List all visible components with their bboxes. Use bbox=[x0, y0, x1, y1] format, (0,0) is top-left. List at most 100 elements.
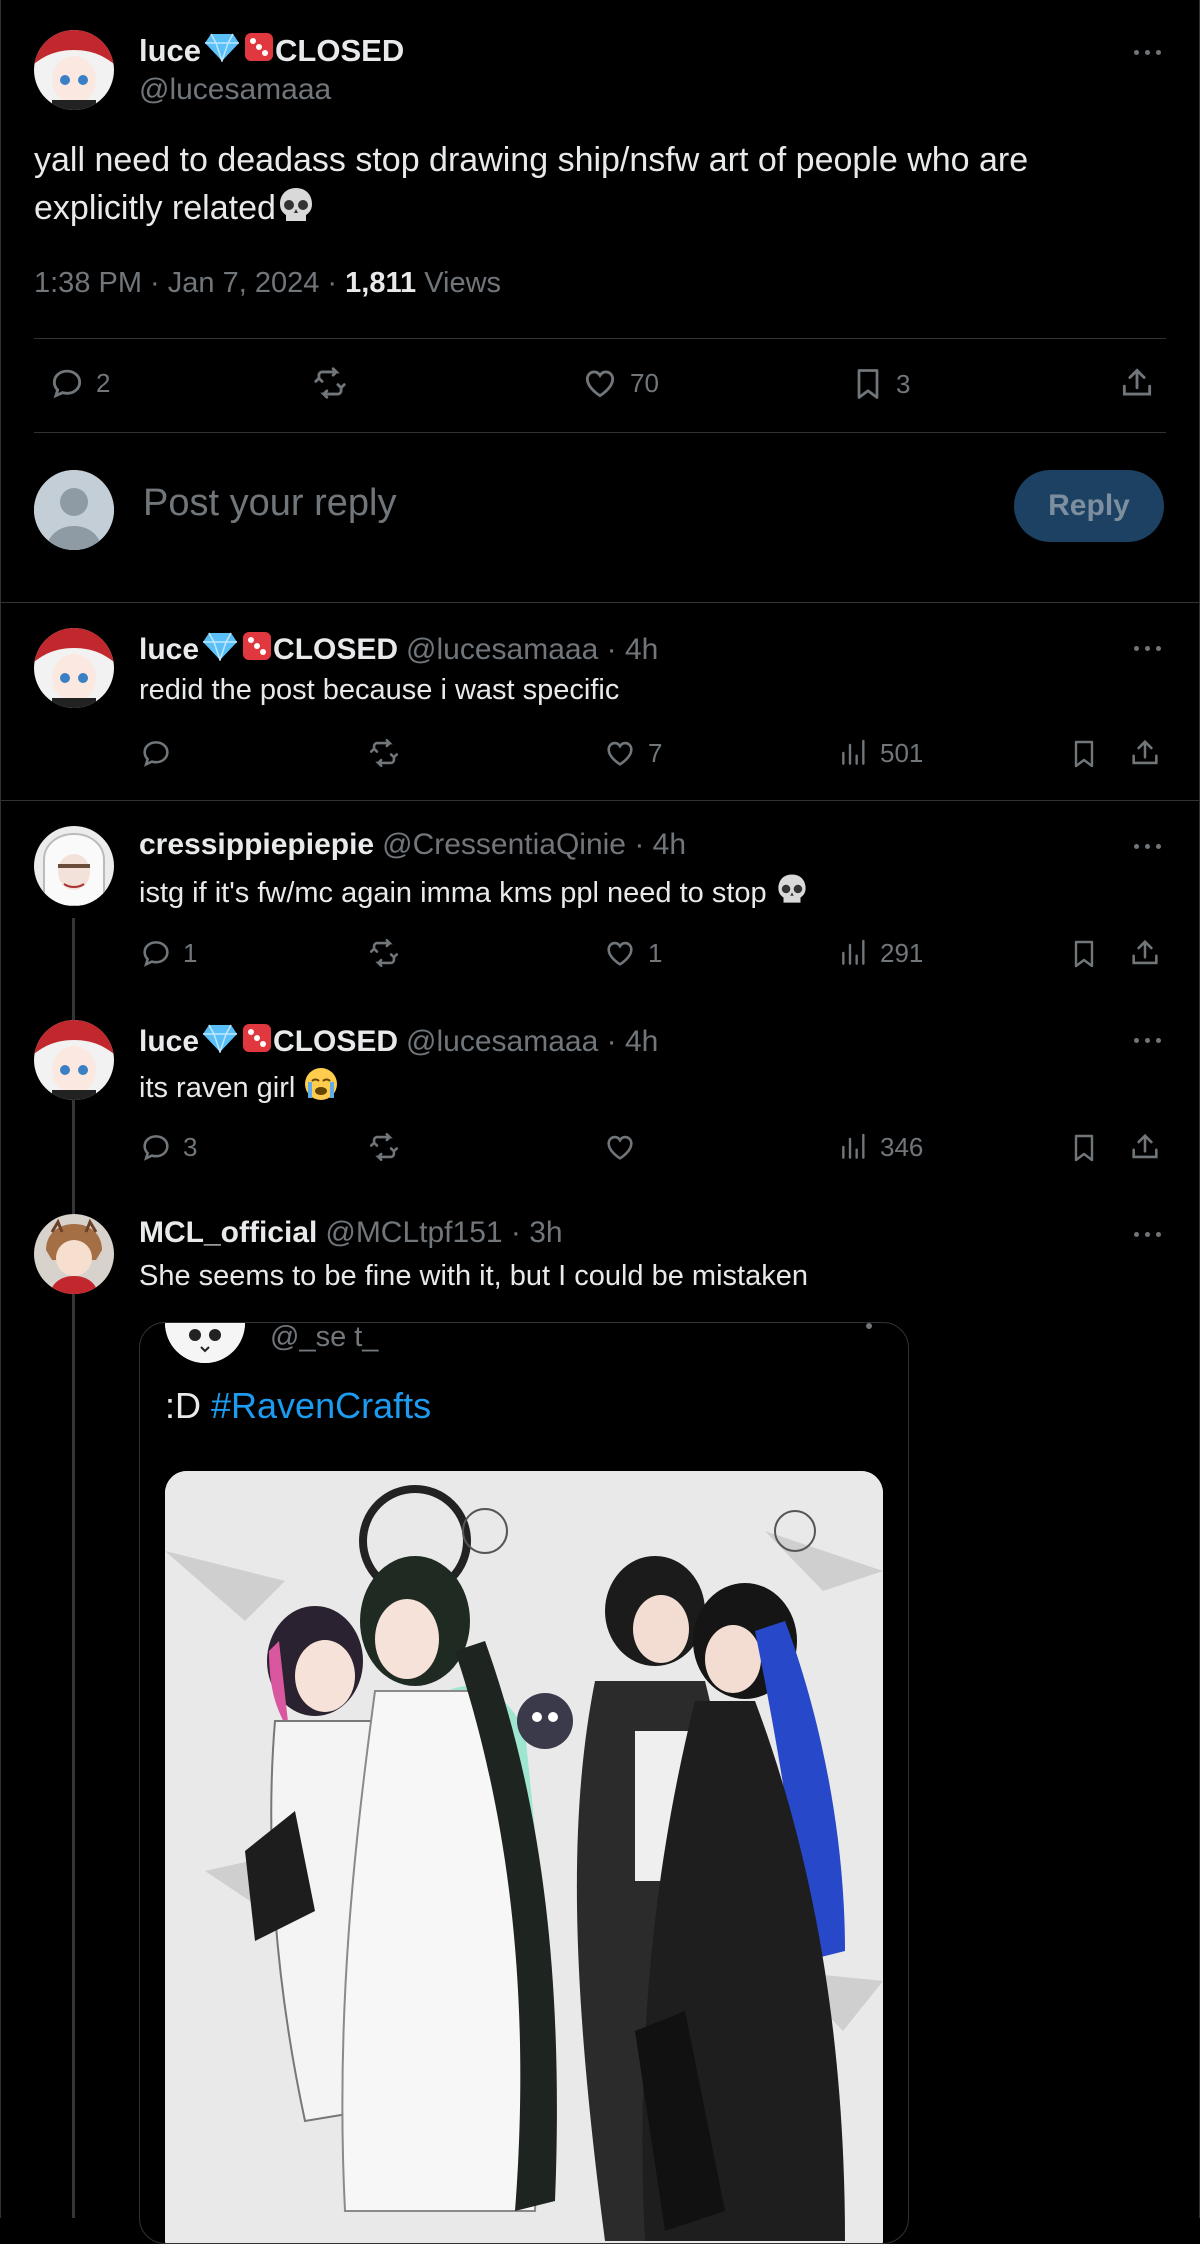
like-count: 7 bbox=[648, 737, 663, 768]
bookmark-icon bbox=[1068, 736, 1100, 772]
reply-author-status: CLOSED bbox=[273, 1025, 399, 1058]
quoted-tweet-text: :D #RavenCrafts bbox=[165, 1385, 431, 1427]
quoted-author-avatar[interactable] bbox=[165, 1323, 245, 1363]
main-author-name[interactable]: luce bbox=[139, 33, 201, 69]
reply-input[interactable]: Post your reply bbox=[143, 482, 396, 525]
more-icon[interactable] bbox=[1134, 842, 1164, 852]
divider bbox=[34, 432, 1166, 433]
gem-emoji bbox=[203, 1023, 238, 1061]
reply-author-name[interactable]: luce bbox=[139, 1025, 199, 1059]
bookmark-icon bbox=[850, 364, 886, 404]
reply-author-handle[interactable]: @lucesamaaa bbox=[406, 1025, 598, 1059]
reply-time[interactable]: 4h bbox=[653, 828, 686, 862]
like-action[interactable]: 7 bbox=[602, 736, 662, 770]
reply-count: 3 bbox=[183, 1131, 198, 1162]
bookmark-icon bbox=[1068, 1130, 1100, 1166]
more-icon[interactable] bbox=[1134, 1230, 1164, 1240]
main-tweet-text-body: yall need to deadass stop drawing ship/n… bbox=[34, 141, 1029, 227]
like-icon bbox=[602, 736, 638, 770]
current-user-avatar[interactable] bbox=[34, 470, 114, 550]
retweet-action[interactable] bbox=[366, 1130, 402, 1164]
retweet-icon bbox=[310, 364, 350, 402]
reply-header: MCL_official @MCLtpf151 · 3h bbox=[139, 1216, 563, 1250]
reply-author-handle[interactable]: @lucesamaaa bbox=[406, 633, 598, 667]
share-action[interactable] bbox=[1128, 736, 1162, 770]
bookmark-action[interactable]: 3 bbox=[850, 364, 910, 404]
tweet-time[interactable]: 1:38 PM bbox=[34, 267, 142, 299]
retweet-icon bbox=[366, 736, 402, 770]
reply-author-avatar[interactable] bbox=[34, 1020, 114, 1100]
reply-icon bbox=[48, 364, 86, 402]
more-icon[interactable] bbox=[1134, 644, 1164, 654]
reply-count: 1 bbox=[183, 937, 198, 968]
quoted-artwork-image[interactable] bbox=[165, 1471, 883, 2243]
reply-text: its raven girl bbox=[139, 1066, 339, 1110]
reply-author-handle[interactable]: @MCLtpf151 bbox=[325, 1216, 502, 1250]
reply-time[interactable]: 4h bbox=[625, 633, 658, 667]
retweet-action[interactable] bbox=[366, 736, 402, 770]
main-author-name-row[interactable]: luce CLOSED bbox=[139, 31, 404, 71]
main-author-handle[interactable]: @lucesamaaa bbox=[139, 73, 331, 107]
share-action[interactable] bbox=[1118, 364, 1156, 402]
reply-action-bar: 3 346 bbox=[34, 1130, 1166, 1190]
reply-author-avatar[interactable] bbox=[34, 826, 114, 906]
reply-text-body: its raven girl bbox=[139, 1071, 296, 1104]
reply-author-avatar[interactable] bbox=[34, 628, 114, 708]
views-action[interactable]: 291 bbox=[838, 936, 923, 970]
tweet-meta: 1:38 PM · Jan 7, 2024 · 1,811 Views bbox=[34, 267, 502, 299]
views-action[interactable]: 346 bbox=[838, 1130, 923, 1164]
like-icon bbox=[580, 364, 620, 402]
bookmark-action[interactable] bbox=[1068, 936, 1100, 972]
views-icon bbox=[838, 936, 870, 970]
like-action[interactable]: 70 bbox=[580, 364, 659, 402]
reply-time[interactable]: 4h bbox=[625, 1025, 658, 1059]
reply-action[interactable]: 3 bbox=[139, 1130, 197, 1164]
thread-line bbox=[72, 918, 75, 2218]
reply-text: istg if it's fw/mc again imma kms ppl ne… bbox=[139, 872, 809, 914]
more-icon[interactable] bbox=[1134, 1036, 1164, 1046]
share-icon bbox=[1128, 936, 1162, 970]
like-action[interactable] bbox=[602, 1130, 648, 1164]
main-author-avatar[interactable] bbox=[34, 30, 114, 110]
reply-author-name[interactable]: MCL_official bbox=[139, 1216, 317, 1250]
quoted-author-handle[interactable]: @_se t_ bbox=[270, 1323, 378, 1354]
crying-emoji bbox=[303, 1066, 339, 1110]
quoted-tweet-card[interactable]: @_se t_ :D #RavenCrafts bbox=[139, 1322, 909, 2244]
section-divider bbox=[0, 800, 1200, 801]
reply-action[interactable] bbox=[139, 736, 183, 770]
reply-author-avatar[interactable] bbox=[34, 1214, 114, 1294]
section-divider bbox=[0, 602, 1200, 603]
reply-action[interactable]: 1 bbox=[139, 936, 197, 970]
reply-action[interactable]: 2 bbox=[48, 364, 110, 402]
bookmark-action[interactable] bbox=[1068, 736, 1100, 772]
retweet-icon bbox=[366, 936, 402, 970]
reply-text-body: istg if it's fw/mc again imma kms ppl ne… bbox=[139, 876, 767, 909]
reply-button[interactable]: Reply bbox=[1014, 470, 1164, 542]
dice-emoji bbox=[241, 1022, 273, 1062]
reply-time[interactable]: 3h bbox=[529, 1216, 562, 1250]
retweet-action[interactable] bbox=[366, 936, 402, 970]
retweet-action[interactable] bbox=[310, 364, 350, 402]
share-action[interactable] bbox=[1128, 1130, 1162, 1164]
reply-header: cressippiepiepie @CressentiaQinie · 4h bbox=[139, 828, 687, 862]
tweet-date[interactable]: Jan 7, 2024 bbox=[168, 267, 320, 299]
bookmark-action[interactable] bbox=[1068, 1130, 1100, 1166]
quoted-text-prefix: :D bbox=[165, 1385, 212, 1426]
skull-emoji bbox=[276, 185, 316, 238]
reply-author-status: CLOSED bbox=[273, 633, 399, 666]
hashtag-link[interactable]: #RavenCrafts bbox=[211, 1385, 431, 1426]
like-icon bbox=[602, 936, 638, 970]
more-icon[interactable] bbox=[1134, 48, 1164, 58]
like-action[interactable]: 1 bbox=[602, 936, 662, 970]
reply-author-handle[interactable]: @CressentiaQinie bbox=[382, 828, 626, 862]
skull-emoji bbox=[775, 872, 809, 914]
main-author-status: CLOSED bbox=[275, 33, 405, 68]
views-count: 291 bbox=[880, 937, 924, 968]
views-action[interactable]: 501 bbox=[838, 736, 923, 770]
share-action[interactable] bbox=[1128, 936, 1162, 970]
reply-author-name[interactable]: luce bbox=[139, 633, 199, 667]
more-icon[interactable] bbox=[866, 1323, 872, 1329]
divider bbox=[34, 338, 1166, 339]
reply-author-name[interactable]: cressippiepiepie bbox=[139, 828, 374, 862]
like-icon bbox=[602, 1130, 638, 1164]
